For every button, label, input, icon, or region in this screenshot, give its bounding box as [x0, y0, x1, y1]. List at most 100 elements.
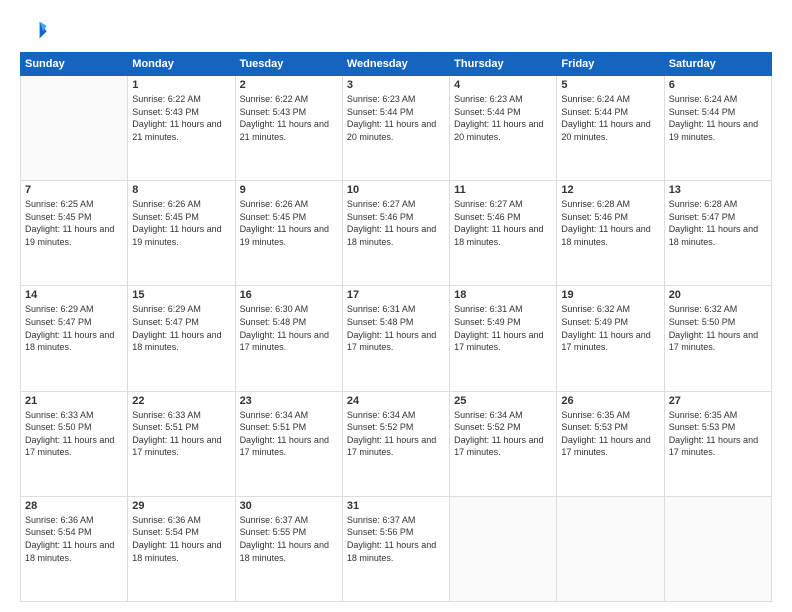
page: SundayMondayTuesdayWednesdayThursdayFrid…: [0, 0, 792, 612]
cell-info: Sunrise: 6:27 AMSunset: 5:46 PMDaylight:…: [454, 198, 552, 248]
cell-info: Sunrise: 6:29 AMSunset: 5:47 PMDaylight:…: [25, 303, 123, 353]
cell-info: Sunrise: 6:32 AMSunset: 5:49 PMDaylight:…: [561, 303, 659, 353]
calendar-cell: 7Sunrise: 6:25 AMSunset: 5:45 PMDaylight…: [21, 181, 128, 286]
cell-info: Sunrise: 6:27 AMSunset: 5:46 PMDaylight:…: [347, 198, 445, 248]
day-number: 9: [240, 184, 338, 196]
calendar-cell: 18 Sunrise: 6:31 AMSunset: 5:49 PMDayligh…: [450, 286, 557, 391]
day-number: 24: [347, 395, 445, 407]
cell-info: Sunrise: 6:28 AMSunset: 5:46 PMDaylight:…: [561, 198, 659, 248]
calendar-cell: [21, 76, 128, 181]
calendar-body: 1 Sunrise: 6:22 AMSunset: 5:43 PMDaylight…: [21, 76, 772, 602]
weekday-header-friday: Friday: [557, 53, 664, 76]
header: [20, 16, 772, 44]
weekday-header-monday: Monday: [128, 53, 235, 76]
cell-info: Sunrise: 6:31 AMSunset: 5:48 PMDaylight:…: [347, 303, 445, 353]
calendar-cell: 29 Sunrise: 6:36 AMSunset: 5:54 PMDayligh…: [128, 496, 235, 601]
day-number: 30: [240, 500, 338, 512]
calendar-cell: 1 Sunrise: 6:22 AMSunset: 5:43 PMDaylight…: [128, 76, 235, 181]
day-number: 26: [561, 395, 659, 407]
calendar-cell: 22Sunrise: 6:33 AMSunset: 5:51 PMDayligh…: [128, 391, 235, 496]
day-number: 21: [25, 395, 123, 407]
day-number: 1: [132, 79, 230, 91]
calendar-cell: 11 Sunrise: 6:27 AMSunset: 5:46 PMDayligh…: [450, 181, 557, 286]
calendar-cell: 19 Sunrise: 6:32 AMSunset: 5:49 PMDayligh…: [557, 286, 664, 391]
calendar-cell: 8 Sunrise: 6:26 AMSunset: 5:45 PMDaylight…: [128, 181, 235, 286]
calendar-cell: 15 Sunrise: 6:29 AMSunset: 5:47 PMDayligh…: [128, 286, 235, 391]
cell-info: Sunrise: 6:28 AMSunset: 5:47 PMDaylight:…: [669, 198, 767, 248]
weekday-header-tuesday: Tuesday: [235, 53, 342, 76]
calendar-cell: 3 Sunrise: 6:23 AMSunset: 5:44 PMDaylight…: [342, 76, 449, 181]
calendar-week-3: 14 Sunrise: 6:29 AMSunset: 5:47 PMDayligh…: [21, 286, 772, 391]
day-number: 6: [669, 79, 767, 91]
calendar-cell: 2Sunrise: 6:22 AMSunset: 5:43 PMDaylight…: [235, 76, 342, 181]
calendar-cell: [450, 496, 557, 601]
calendar-cell: [664, 496, 771, 601]
cell-info: Sunrise: 6:25 AMSunset: 5:45 PMDaylight:…: [25, 198, 123, 248]
cell-info: Sunrise: 6:26 AMSunset: 5:45 PMDaylight:…: [240, 198, 338, 248]
cell-info: Sunrise: 6:22 AMSunset: 5:43 PMDaylight:…: [132, 93, 230, 143]
calendar-cell: 27Sunrise: 6:35 AMSunset: 5:53 PMDayligh…: [664, 391, 771, 496]
day-number: 29: [132, 500, 230, 512]
calendar-week-5: 28 Sunrise: 6:36 AMSunset: 5:54 PMDayligh…: [21, 496, 772, 601]
day-number: 11: [454, 184, 552, 196]
day-number: 17: [347, 289, 445, 301]
calendar-table: SundayMondayTuesdayWednesdayThursdayFrid…: [20, 52, 772, 602]
cell-info: Sunrise: 6:24 AMSunset: 5:44 PMDaylight:…: [669, 93, 767, 143]
calendar-cell: 23 Sunrise: 6:34 AMSunset: 5:51 PMDayligh…: [235, 391, 342, 496]
calendar-cell: [557, 496, 664, 601]
cell-info: Sunrise: 6:30 AMSunset: 5:48 PMDaylight:…: [240, 303, 338, 353]
cell-info: Sunrise: 6:35 AMSunset: 5:53 PMDaylight:…: [561, 409, 659, 459]
cell-info: Sunrise: 6:34 AMSunset: 5:51 PMDaylight:…: [240, 409, 338, 459]
day-number: 10: [347, 184, 445, 196]
day-number: 3: [347, 79, 445, 91]
day-number: 2: [240, 79, 338, 91]
calendar-cell: 5Sunrise: 6:24 AMSunset: 5:44 PMDaylight…: [557, 76, 664, 181]
cell-info: Sunrise: 6:36 AMSunset: 5:54 PMDaylight:…: [132, 514, 230, 564]
weekday-header-sunday: Sunday: [21, 53, 128, 76]
calendar-cell: 30 Sunrise: 6:37 AMSunset: 5:55 PMDayligh…: [235, 496, 342, 601]
day-number: 4: [454, 79, 552, 91]
cell-info: Sunrise: 6:37 AMSunset: 5:55 PMDaylight:…: [240, 514, 338, 564]
day-number: 8: [132, 184, 230, 196]
logo: [20, 16, 52, 44]
day-number: 25: [454, 395, 552, 407]
day-number: 20: [669, 289, 767, 301]
day-number: 13: [669, 184, 767, 196]
day-number: 5: [561, 79, 659, 91]
calendar-cell: 26 Sunrise: 6:35 AMSunset: 5:53 PMDayligh…: [557, 391, 664, 496]
day-number: 27: [669, 395, 767, 407]
cell-info: Sunrise: 6:26 AMSunset: 5:45 PMDaylight:…: [132, 198, 230, 248]
day-number: 12: [561, 184, 659, 196]
calendar-cell: 4 Sunrise: 6:23 AMSunset: 5:44 PMDaylight…: [450, 76, 557, 181]
calendar-cell: 21 Sunrise: 6:33 AMSunset: 5:50 PMDayligh…: [21, 391, 128, 496]
day-number: 31: [347, 500, 445, 512]
cell-info: Sunrise: 6:34 AMSunset: 5:52 PMDaylight:…: [347, 409, 445, 459]
weekday-header-wednesday: Wednesday: [342, 53, 449, 76]
cell-info: Sunrise: 6:29 AMSunset: 5:47 PMDaylight:…: [132, 303, 230, 353]
cell-info: Sunrise: 6:23 AMSunset: 5:44 PMDaylight:…: [347, 93, 445, 143]
calendar-cell: 25Sunrise: 6:34 AMSunset: 5:52 PMDayligh…: [450, 391, 557, 496]
calendar-cell: 31 Sunrise: 6:37 AMSunset: 5:56 PMDayligh…: [342, 496, 449, 601]
day-number: 23: [240, 395, 338, 407]
calendar-cell: 12 Sunrise: 6:28 AMSunset: 5:46 PMDayligh…: [557, 181, 664, 286]
cell-info: Sunrise: 6:37 AMSunset: 5:56 PMDaylight:…: [347, 514, 445, 564]
calendar-cell: 16 Sunrise: 6:30 AMSunset: 5:48 PMDayligh…: [235, 286, 342, 391]
calendar-cell: 6 Sunrise: 6:24 AMSunset: 5:44 PMDaylight…: [664, 76, 771, 181]
cell-info: Sunrise: 6:33 AMSunset: 5:51 PMDaylight:…: [132, 409, 230, 459]
cell-info: Sunrise: 6:23 AMSunset: 5:44 PMDaylight:…: [454, 93, 552, 143]
calendar-cell: 10 Sunrise: 6:27 AMSunset: 5:46 PMDayligh…: [342, 181, 449, 286]
day-number: 15: [132, 289, 230, 301]
day-number: 18: [454, 289, 552, 301]
cell-info: Sunrise: 6:31 AMSunset: 5:49 PMDaylight:…: [454, 303, 552, 353]
day-number: 19: [561, 289, 659, 301]
calendar-cell: 24 Sunrise: 6:34 AMSunset: 5:52 PMDayligh…: [342, 391, 449, 496]
cell-info: Sunrise: 6:33 AMSunset: 5:50 PMDaylight:…: [25, 409, 123, 459]
calendar-cell: 13 Sunrise: 6:28 AMSunset: 5:47 PMDayligh…: [664, 181, 771, 286]
calendar-cell: 17 Sunrise: 6:31 AMSunset: 5:48 PMDayligh…: [342, 286, 449, 391]
day-number: 14: [25, 289, 123, 301]
calendar-header: SundayMondayTuesdayWednesdayThursdayFrid…: [21, 53, 772, 76]
weekday-header-row: SundayMondayTuesdayWednesdayThursdayFrid…: [21, 53, 772, 76]
calendar-week-2: 7Sunrise: 6:25 AMSunset: 5:45 PMDaylight…: [21, 181, 772, 286]
day-number: 16: [240, 289, 338, 301]
day-number: 28: [25, 500, 123, 512]
